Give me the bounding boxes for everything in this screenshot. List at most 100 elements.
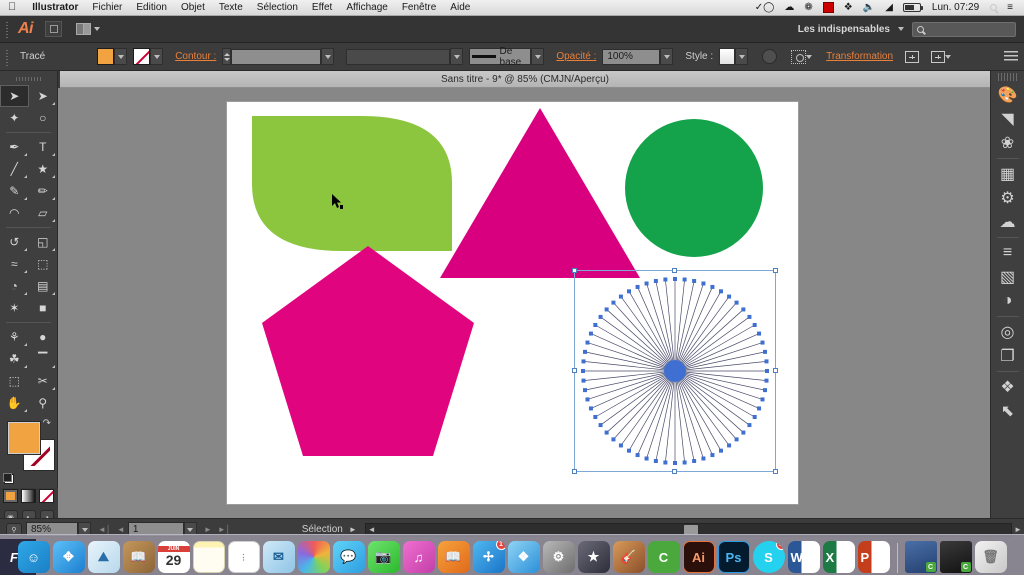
last-page-button[interactable]: ►│ [215, 525, 234, 534]
artboard-tool[interactable]: ⬚ [0, 370, 29, 392]
dropbox-icon[interactable]: ❖ [507, 541, 540, 573]
menu-affichage[interactable]: Affichage [339, 2, 395, 13]
app-store-icon[interactable]: ✢ 1 [472, 541, 505, 573]
color-panel-icon[interactable]: 🎨 [995, 83, 1021, 107]
fill-color-swatch[interactable] [97, 48, 115, 65]
menu-edition[interactable]: Edition [129, 2, 174, 13]
trash-icon[interactable]: 🗑 [974, 541, 1007, 573]
system-preferences-icon[interactable]: ⚙ [542, 541, 575, 573]
stroke-weight-stepper[interactable] [222, 48, 232, 65]
word-icon[interactable]: W [787, 541, 820, 573]
direct-selection-tool[interactable]: ➤ [29, 85, 58, 107]
fill-color-box[interactable] [8, 422, 40, 454]
artboards-panel-icon[interactable]: ⬉ [995, 399, 1021, 423]
dropbox-icon[interactable]: ❖ [839, 2, 858, 13]
blend-tool[interactable]: ● [29, 326, 58, 348]
stroke-variable-width-field[interactable] [346, 48, 451, 65]
selection-handle-top-right[interactable] [773, 268, 778, 273]
paintbrush-tool[interactable]: ✎ [0, 180, 29, 202]
photos-icon[interactable] [297, 541, 330, 573]
lasso-tool[interactable]: ○ [29, 107, 58, 129]
contacts-icon[interactable]: 📖 [122, 541, 155, 573]
pathfinder-panel-icon[interactable]: ❐ [995, 344, 1021, 368]
recolor-artwork-button[interactable] [762, 49, 778, 64]
spotlight-search-icon[interactable] [985, 4, 1002, 11]
menu-illustrator[interactable]: Illustrator [25, 2, 85, 13]
pencil-tool[interactable]: ✏ [29, 180, 58, 202]
menu-objet[interactable]: Objet [174, 2, 212, 13]
safari-icon[interactable]: ✥ [52, 541, 85, 573]
notes-icon[interactable] [192, 541, 225, 573]
layers-panel-icon[interactable]: ❖ [995, 375, 1021, 399]
artboard[interactable] [227, 102, 798, 504]
stroke-variable-width-dropdown[interactable] [450, 48, 464, 65]
search-input[interactable] [912, 21, 1016, 37]
selection-handle-top-left[interactable] [572, 268, 577, 273]
ibooks-icon[interactable]: 📖 [437, 541, 470, 573]
stroke-profile-dropdown[interactable] [531, 48, 545, 65]
arrange-objects-icon[interactable] [931, 50, 946, 63]
mail-icon[interactable]: ✉ [262, 541, 295, 573]
screen-record-icon[interactable] [818, 2, 839, 13]
swatches-panel-icon[interactable]: ▦ [995, 162, 1021, 186]
menu-effet[interactable]: Effet [305, 2, 339, 13]
graphic-style-dropdown[interactable] [735, 48, 749, 65]
hand-tool[interactable]: ✋ [0, 392, 29, 414]
wifi-icon[interactable]: ◢ [880, 2, 898, 13]
zoom-tool[interactable]: ⚲ [29, 392, 58, 414]
powerpoint-icon[interactable]: P [857, 541, 890, 573]
color-swatch-button[interactable] [3, 489, 18, 503]
graphic-style-swatch[interactable] [719, 48, 736, 65]
gradient-panel-icon[interactable]: ▧ [995, 265, 1021, 289]
finder-icon[interactable]: ☺ [17, 541, 50, 573]
horizontal-scrollbar-thumb[interactable] [683, 524, 698, 535]
rotate-tool[interactable]: ↺ [0, 231, 29, 253]
menu-selection[interactable]: Sélection [250, 2, 305, 13]
itunes-icon[interactable]: ♫ [402, 541, 435, 573]
eyedropper-tool[interactable]: ⚘ [0, 326, 29, 348]
messages-icon[interactable]: 💬 [332, 541, 365, 573]
stroke-weight-field[interactable] [231, 48, 322, 65]
previous-page-button[interactable]: ◄ [114, 525, 128, 534]
preview-icon[interactable]: ⛰ [87, 541, 120, 573]
selection-tool[interactable]: ➤ [0, 85, 29, 107]
circle-shape[interactable] [625, 119, 763, 257]
dropbox-grey-icon[interactable]: ❁ [799, 2, 817, 13]
selection-handle-top-center[interactable] [672, 268, 677, 273]
photoshop-icon[interactable]: Ps [717, 541, 750, 573]
excel-icon[interactable]: X [822, 541, 855, 573]
cloud-icon[interactable]: ☁ [779, 2, 799, 13]
arrange-documents-button[interactable] [76, 23, 100, 35]
camtasia-icon[interactable]: C [647, 541, 680, 573]
none-swatch-button[interactable] [39, 489, 54, 503]
gradient-swatch-button[interactable] [21, 489, 36, 503]
brushes-panel-icon[interactable]: ⚙ [995, 186, 1021, 210]
battery-icon[interactable] [898, 3, 926, 12]
stroke-profile-preview[interactable]: De base [469, 46, 532, 68]
arrange-chevron-down-icon[interactable] [945, 54, 952, 59]
selection-handle-bottom-center[interactable] [672, 469, 677, 474]
opacity-label[interactable]: Opacité : [550, 51, 602, 62]
imovie-icon[interactable]: ★ [577, 541, 610, 573]
facetime-icon[interactable]: 📷 [367, 541, 400, 573]
align-objects-icon[interactable] [905, 50, 920, 63]
menu-fichier[interactable]: Fichier [85, 2, 129, 13]
graphic-styles-panel-icon[interactable]: ☁ [995, 210, 1021, 234]
opacity-dropdown[interactable] [660, 48, 674, 65]
clock[interactable]: Lun. 07:29 [926, 2, 985, 13]
free-transform-tool[interactable]: ⬚ [29, 253, 58, 275]
workspace-switcher[interactable]: Les indispensables [798, 24, 890, 35]
calendar-icon[interactable]: JUIN 29 [157, 541, 190, 573]
control-panel-menu-icon[interactable] [1004, 51, 1018, 62]
symbol-sprayer-tool[interactable]: ☘ [0, 348, 29, 370]
scroll-left-button[interactable]: ◄ [366, 525, 378, 534]
scale-tool[interactable]: ◱ [29, 231, 58, 253]
stroke-panel-icon[interactable]: ≡ [995, 241, 1021, 265]
pentagon-shape[interactable] [262, 246, 474, 456]
swap-fill-stroke-icon[interactable]: ↷ [43, 418, 51, 429]
pen-tool[interactable]: ✒ [0, 136, 29, 158]
menu-texte[interactable]: Texte [212, 2, 250, 13]
scroll-right-button[interactable]: ► [1012, 525, 1024, 534]
selection-handle-middle-right[interactable] [773, 368, 778, 373]
eraser-tool[interactable]: ▱ [29, 202, 58, 224]
